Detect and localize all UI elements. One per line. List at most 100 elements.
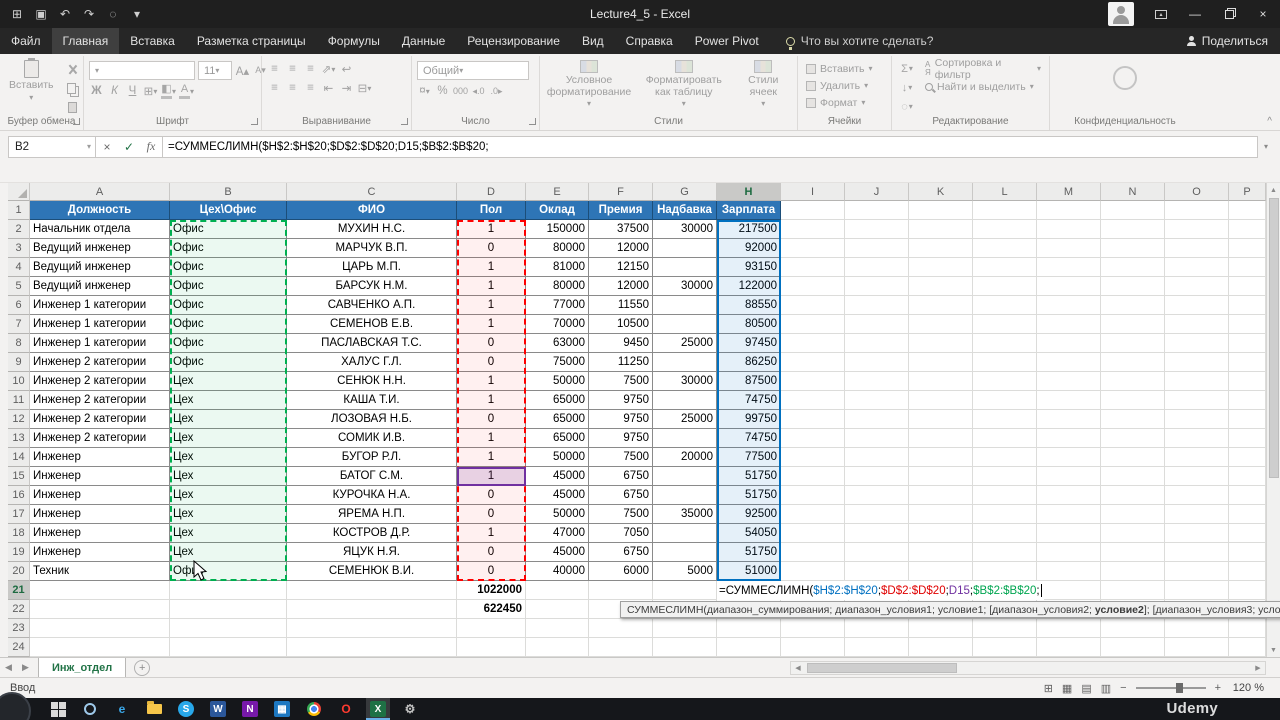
increase-decimal-button[interactable]: ◂.0 [471, 83, 486, 99]
align-right-button[interactable]: ≡ [303, 80, 318, 96]
save-icon[interactable]: ▣ [30, 3, 52, 25]
cell-M7[interactable] [1037, 315, 1101, 334]
cell-A16[interactable]: Инженер [30, 486, 170, 505]
cell-P2[interactable] [1229, 220, 1266, 239]
cell-F8[interactable]: 9450 [589, 334, 653, 353]
tell-me-box[interactable]: Что вы хотите сделать? [785, 34, 933, 50]
taskbar-icon-opera[interactable]: O [334, 698, 358, 720]
cell-P3[interactable] [1229, 239, 1266, 258]
cell-L9[interactable] [973, 353, 1037, 372]
customize-quick-access-icon[interactable]: ▾ [126, 3, 148, 25]
decrease-decimal-button[interactable]: .0▸ [489, 83, 504, 99]
fill-color-button[interactable]: ◧ ▾ [161, 83, 176, 99]
cell-H13[interactable]: 74750 [717, 429, 781, 448]
taskbar-icon-excel[interactable]: X [366, 698, 390, 720]
taskbar-icon-settings[interactable]: ⚙ [398, 698, 422, 720]
cell-K4[interactable] [909, 258, 973, 277]
share-button[interactable]: Поделиться [1186, 34, 1268, 48]
cell-K6[interactable] [909, 296, 973, 315]
cell-K23[interactable] [909, 619, 973, 638]
cell-M4[interactable] [1037, 258, 1101, 277]
cell-I12[interactable] [781, 410, 845, 429]
cell-A11[interactable]: Инженер 2 категории [30, 391, 170, 410]
cell-C5[interactable]: БАРСУК Н.М. [287, 277, 457, 296]
cell-L8[interactable] [973, 334, 1037, 353]
column-header-F[interactable]: F [589, 183, 653, 201]
cell-G13[interactable] [653, 429, 717, 448]
cell-B23[interactable] [170, 619, 287, 638]
cell-O5[interactable] [1165, 277, 1229, 296]
cell-N23[interactable] [1101, 619, 1165, 638]
cell-M1[interactable] [1037, 201, 1101, 220]
prev-sheet-button[interactable]: ◀ [0, 662, 17, 673]
cell-P24[interactable] [1229, 638, 1266, 657]
cell-B7[interactable]: Офис [170, 315, 287, 334]
column-header-O[interactable]: O [1165, 183, 1229, 201]
row-header-20[interactable]: 20 [8, 562, 30, 581]
cell-G9[interactable] [653, 353, 717, 372]
cell-F19[interactable]: 6750 [589, 543, 653, 562]
number-format-select[interactable]: Общий ▾ [417, 61, 529, 80]
cell-D23[interactable] [457, 619, 526, 638]
cell-N10[interactable] [1101, 372, 1165, 391]
cell-A12[interactable]: Инженер 2 категории [30, 410, 170, 429]
cell-L15[interactable] [973, 467, 1037, 486]
cell-C13[interactable]: СОМИК И.В. [287, 429, 457, 448]
cell-M11[interactable] [1037, 391, 1101, 410]
cell-H6[interactable]: 88550 [717, 296, 781, 315]
cell-H24[interactable] [717, 638, 781, 657]
row-header-5[interactable]: 5 [8, 277, 30, 296]
cell-L5[interactable] [973, 277, 1037, 296]
cell-K12[interactable] [909, 410, 973, 429]
cell-G5[interactable]: 30000 [653, 277, 717, 296]
cell-N6[interactable] [1101, 296, 1165, 315]
column-header-M[interactable]: M [1037, 183, 1101, 201]
align-left-button[interactable]: ≡ [267, 80, 282, 96]
cell-P15[interactable] [1229, 467, 1266, 486]
cell-A15[interactable]: Инженер [30, 467, 170, 486]
cell-P5[interactable] [1229, 277, 1266, 296]
cell-N12[interactable] [1101, 410, 1165, 429]
scroll-right-icon[interactable]: ▶ [1251, 664, 1265, 672]
row-header-10[interactable]: 10 [8, 372, 30, 391]
cell-A6[interactable]: Инженер 1 категории [30, 296, 170, 315]
cell-I17[interactable] [781, 505, 845, 524]
cell-I10[interactable] [781, 372, 845, 391]
decrease-indent-button[interactable]: ⇤ [321, 80, 336, 96]
cell-J15[interactable] [845, 467, 909, 486]
cell-G1[interactable]: Надбавка [653, 201, 717, 220]
cell-B9[interactable]: Офис [170, 353, 287, 372]
cell-N7[interactable] [1101, 315, 1165, 334]
tab-view[interactable]: Вид [571, 28, 615, 54]
cell-K7[interactable] [909, 315, 973, 334]
page-break-view-button[interactable]: ▥ [1101, 682, 1111, 695]
cell-K24[interactable] [909, 638, 973, 657]
zoom-slider-knob[interactable] [1176, 683, 1184, 693]
cell-M8[interactable] [1037, 334, 1101, 353]
cell-I1[interactable] [781, 201, 845, 220]
orientation-button[interactable]: ⇗ ▾ [321, 61, 336, 77]
cell-O20[interactable] [1165, 562, 1229, 581]
cell-D21[interactable]: 1022000 [457, 581, 526, 600]
cell-F17[interactable]: 7500 [589, 505, 653, 524]
cell-M10[interactable] [1037, 372, 1101, 391]
underline-button[interactable]: Ч [125, 83, 140, 99]
increase-indent-button[interactable]: ⇥ [339, 80, 354, 96]
cell-H2[interactable]: 217500 [717, 220, 781, 239]
cell-F5[interactable]: 12000 [589, 277, 653, 296]
cell-E10[interactable]: 50000 [526, 372, 589, 391]
cell-G24[interactable] [653, 638, 717, 657]
cell-P8[interactable] [1229, 334, 1266, 353]
cell-A10[interactable]: Инженер 2 категории [30, 372, 170, 391]
cell-G18[interactable] [653, 524, 717, 543]
cell-N15[interactable] [1101, 467, 1165, 486]
cell-P21[interactable] [1229, 581, 1266, 600]
cell-J2[interactable] [845, 220, 909, 239]
cell-F20[interactable]: 6000 [589, 562, 653, 581]
cell-K3[interactable] [909, 239, 973, 258]
cell-J8[interactable] [845, 334, 909, 353]
cell-C12[interactable]: ЛОЗОВАЯ Н.Б. [287, 410, 457, 429]
cell-D7[interactable]: 1 [457, 315, 526, 334]
cell-E13[interactable]: 65000 [526, 429, 589, 448]
tab-insert[interactable]: Вставка [119, 28, 186, 54]
